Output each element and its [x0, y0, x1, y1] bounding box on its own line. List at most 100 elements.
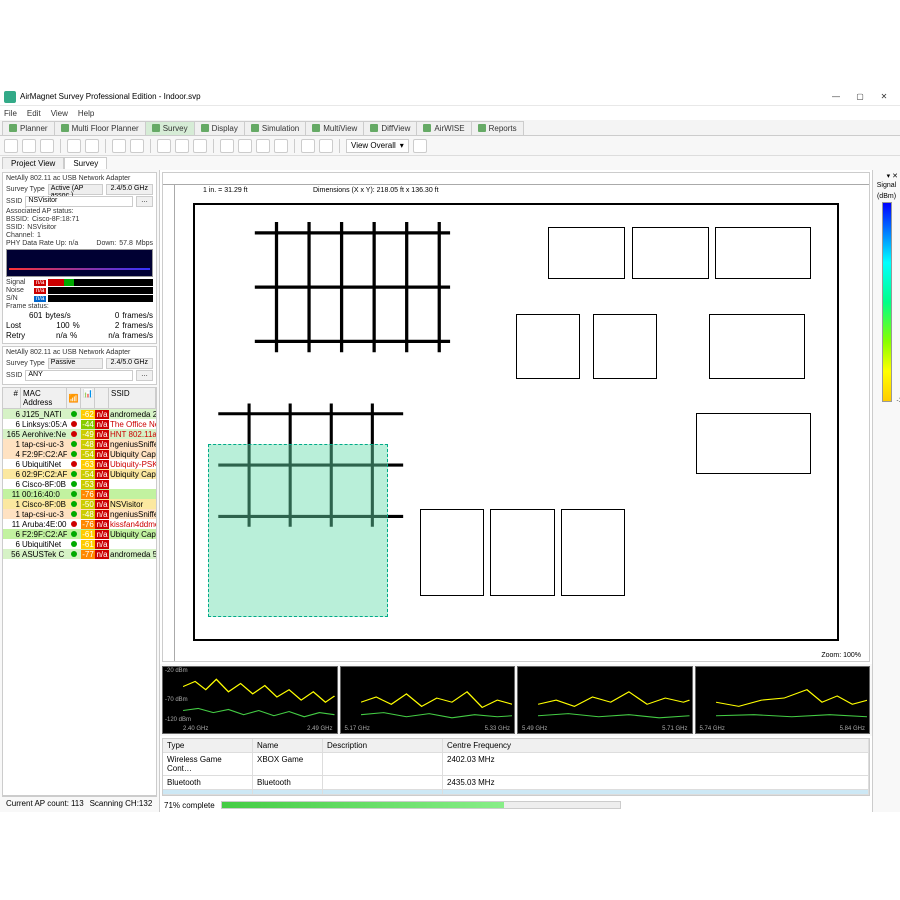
signal-legend: ▾ ✕ Signal (dBm) 0-10-20-30-40-50-60-70-… — [872, 170, 900, 812]
ssid-input[interactable]: NSVisitor — [25, 196, 133, 207]
status-line: Current AP count: 113 Scanning CH:132 — [2, 796, 157, 810]
table-row[interactable]: 6UbiquitiNet-61n/a — [3, 539, 156, 549]
tool-new[interactable] — [4, 139, 18, 153]
survey-path — [208, 444, 388, 618]
tab-simulation[interactable]: Simulation — [244, 121, 306, 135]
table-row[interactable]: 1tap-csi-uc-3-48n/angeniusSniffer — [3, 509, 156, 519]
innertab-survey[interactable]: Survey — [64, 157, 107, 169]
tool-zoom-in[interactable] — [157, 139, 171, 153]
tab-survey[interactable]: Survey — [145, 121, 195, 135]
display-icon — [201, 124, 209, 132]
tab-airwise[interactable]: AirWISE — [416, 121, 471, 135]
floor-plan[interactable]: 1 in. = 31.29 ft Dimensions (X x Y): 218… — [162, 172, 870, 662]
table-row[interactable]: 6Linksys:05:A-44n/aThe Office Netw — [3, 419, 156, 429]
legend-close-icon[interactable]: ✕ — [892, 172, 898, 180]
adapter1-panel: NetAlly 802.11 ac USB Network Adapter Su… — [2, 172, 157, 344]
minimize-button[interactable]: — — [824, 88, 848, 106]
tool-open[interactable] — [22, 139, 36, 153]
tab-planner[interactable]: Planner — [2, 121, 55, 135]
tool-undo[interactable] — [112, 139, 126, 153]
simulation-icon — [251, 124, 259, 132]
table-row[interactable] — [163, 790, 869, 795]
band-select[interactable]: 2.4/5.0 GHz — [106, 184, 153, 195]
table-row[interactable]: 11Aruba:4E:00-76n/akissfan4ddmo — [3, 519, 156, 529]
menubar: File Edit View Help — [0, 106, 900, 120]
tab-multiview[interactable]: MultiView — [305, 121, 364, 135]
tool-fit[interactable] — [193, 139, 207, 153]
innertab-project[interactable]: Project View — [2, 157, 64, 169]
window-title: AirMagnet Survey Professional Edition - … — [20, 92, 201, 101]
menu-file[interactable]: File — [4, 109, 17, 118]
ssid-browse-2[interactable]: … — [136, 370, 153, 381]
table-row[interactable]: 6Cisco-8F:0B-53n/a — [3, 479, 156, 489]
progress-bar: 71% complete — [160, 798, 872, 812]
close-button[interactable]: ✕ — [872, 88, 896, 106]
tab-reports[interactable]: Reports — [471, 121, 524, 135]
table-row[interactable]: 1100:16:40:0-76n/a — [3, 489, 156, 499]
diffview-icon — [370, 124, 378, 132]
signal-col-icon[interactable]: 📶 — [67, 388, 81, 408]
reports-icon — [478, 124, 486, 132]
table-row[interactable]: 6UbiquitiNet-63n/aUbiquity-PSK — [3, 459, 156, 469]
zoom-readout: Zoom: 100% — [821, 652, 861, 659]
planner-icon — [9, 124, 17, 132]
tool-e[interactable] — [301, 139, 315, 153]
adapter1-title: NetAlly 802.11 ac USB Network Adapter — [6, 175, 153, 182]
tool-b[interactable] — [238, 139, 252, 153]
tool-a[interactable] — [220, 139, 234, 153]
spectrum-4: 5.74 GHz 5.84 GHz — [695, 666, 871, 734]
tool-f[interactable] — [319, 139, 333, 153]
maximize-button[interactable]: ▢ — [848, 88, 872, 106]
module-tabs: Planner Multi Floor Planner Survey Displ… — [0, 120, 900, 136]
tool-redo[interactable] — [130, 139, 144, 153]
ssid-browse[interactable]: … — [136, 196, 153, 207]
table-row[interactable]: Wireless Game Cont…XBOX Game2402.03 MHz — [163, 753, 869, 776]
menu-edit[interactable]: Edit — [27, 109, 41, 118]
chevron-down-icon: ▾ — [400, 141, 404, 150]
spectrum-1: -20 dBm -70 dBm -120 dBm 2.40 GHz 2.49 G… — [162, 666, 338, 734]
menu-view[interactable]: View — [51, 109, 68, 118]
table-row[interactable]: 6J125_NATI-62n/aandromeda 2g — [3, 409, 156, 419]
table-row[interactable]: BluetoothBluetooth2435.03 MHz — [163, 776, 869, 790]
signal-bar — [48, 279, 153, 286]
table-row[interactable]: 56ASUSTek C-77n/aandromeda 5g — [3, 549, 156, 559]
tool-g[interactable] — [413, 139, 427, 153]
sidebar: NetAlly 802.11 ac USB Network Adapter Su… — [0, 170, 160, 812]
band-2[interactable]: 2.4/5.0 GHz — [106, 358, 153, 369]
legend-pin-icon[interactable]: ▾ — [887, 172, 891, 180]
spectrum-3: 5.49 GHz 5.71 GHz — [517, 666, 693, 734]
noise-col-icon[interactable]: 📊 — [81, 388, 95, 408]
tab-multifloor[interactable]: Multi Floor Planner — [54, 121, 146, 135]
survey-type-2[interactable]: Passive — [48, 358, 103, 369]
table-row[interactable]: 6F2:9F:C2:AF-61n/aUbiquity Captive — [3, 529, 156, 539]
table-row[interactable]: 602:9F:C2:AF-54n/aUbiquity Captive — [3, 469, 156, 479]
table-row[interactable]: 1Cisco-8F:0B-50n/aNSVisitor — [3, 499, 156, 509]
adapter2-panel: NetAlly 802.11 ac USB Network Adapter Su… — [2, 346, 157, 385]
tab-diffview[interactable]: DiffView — [363, 121, 417, 135]
tab-display[interactable]: Display — [194, 121, 245, 135]
legend-gradient: 0-10-20-30-40-50-60-70-80-90-100 — [882, 202, 892, 402]
menu-help[interactable]: Help — [78, 109, 94, 118]
survey-type[interactable]: Active (AP assoc.) — [48, 184, 103, 195]
tool-print[interactable] — [67, 139, 81, 153]
tool-d[interactable] — [274, 139, 288, 153]
app-icon — [4, 91, 16, 103]
tool-zoom-out[interactable] — [175, 139, 189, 153]
view-dropdown[interactable]: View Overall▾ — [346, 139, 409, 153]
toolbar: View Overall▾ — [0, 136, 900, 156]
rate-chart — [6, 249, 153, 277]
survey-icon — [152, 124, 160, 132]
noise-bar — [48, 287, 153, 294]
multiview-icon — [312, 124, 320, 132]
tool-cut[interactable] — [85, 139, 99, 153]
table-row[interactable]: 4F2:9F:C2:AF-54n/aUbiquity Captive — [3, 449, 156, 459]
ssid-2[interactable]: ANY — [25, 370, 133, 381]
tool-c[interactable] — [256, 139, 270, 153]
ruler-vertical — [163, 185, 175, 661]
multifloor-icon — [61, 124, 69, 132]
tool-save[interactable] — [40, 139, 54, 153]
building-outline — [193, 203, 839, 641]
spectrum-charts: -20 dBm -70 dBm -120 dBm 2.40 GHz 2.49 G… — [160, 664, 872, 736]
table-row[interactable]: 165Aerohive:Ne-49n/aHNT 802.11ax — [3, 429, 156, 439]
table-row[interactable]: 1tap-csi-uc-3-48n/angeniusSniffer — [3, 439, 156, 449]
